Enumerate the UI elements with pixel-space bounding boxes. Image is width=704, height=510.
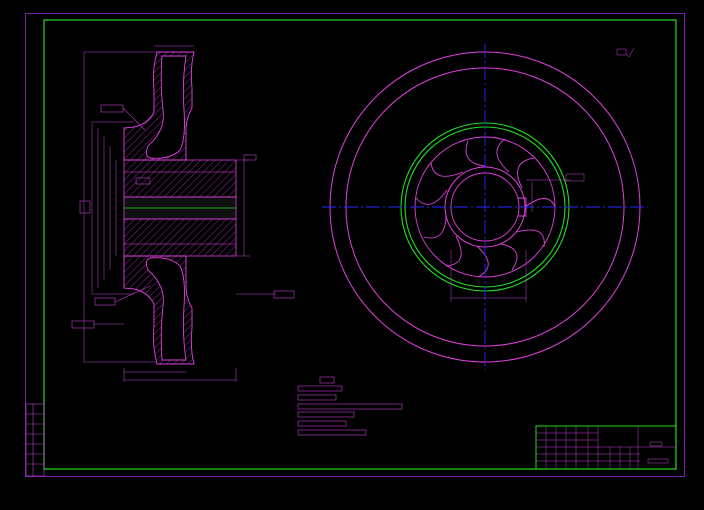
impeller-drawing: [25, 13, 685, 477]
title-block: [535, 425, 677, 470]
hub-section-lower: [123, 218, 237, 257]
centerlines: [322, 44, 648, 370]
technical-notes: [297, 376, 403, 436]
hub-section-upper: [123, 159, 237, 198]
impeller-front-view: [322, 44, 648, 370]
flow-channel-lower: [145, 257, 187, 361]
flow-channel-upper: [145, 55, 187, 159]
impeller-section-view: [71, 45, 295, 382]
margin-stamp-table: [25, 403, 45, 477]
front-dimensions: [450, 47, 635, 302]
